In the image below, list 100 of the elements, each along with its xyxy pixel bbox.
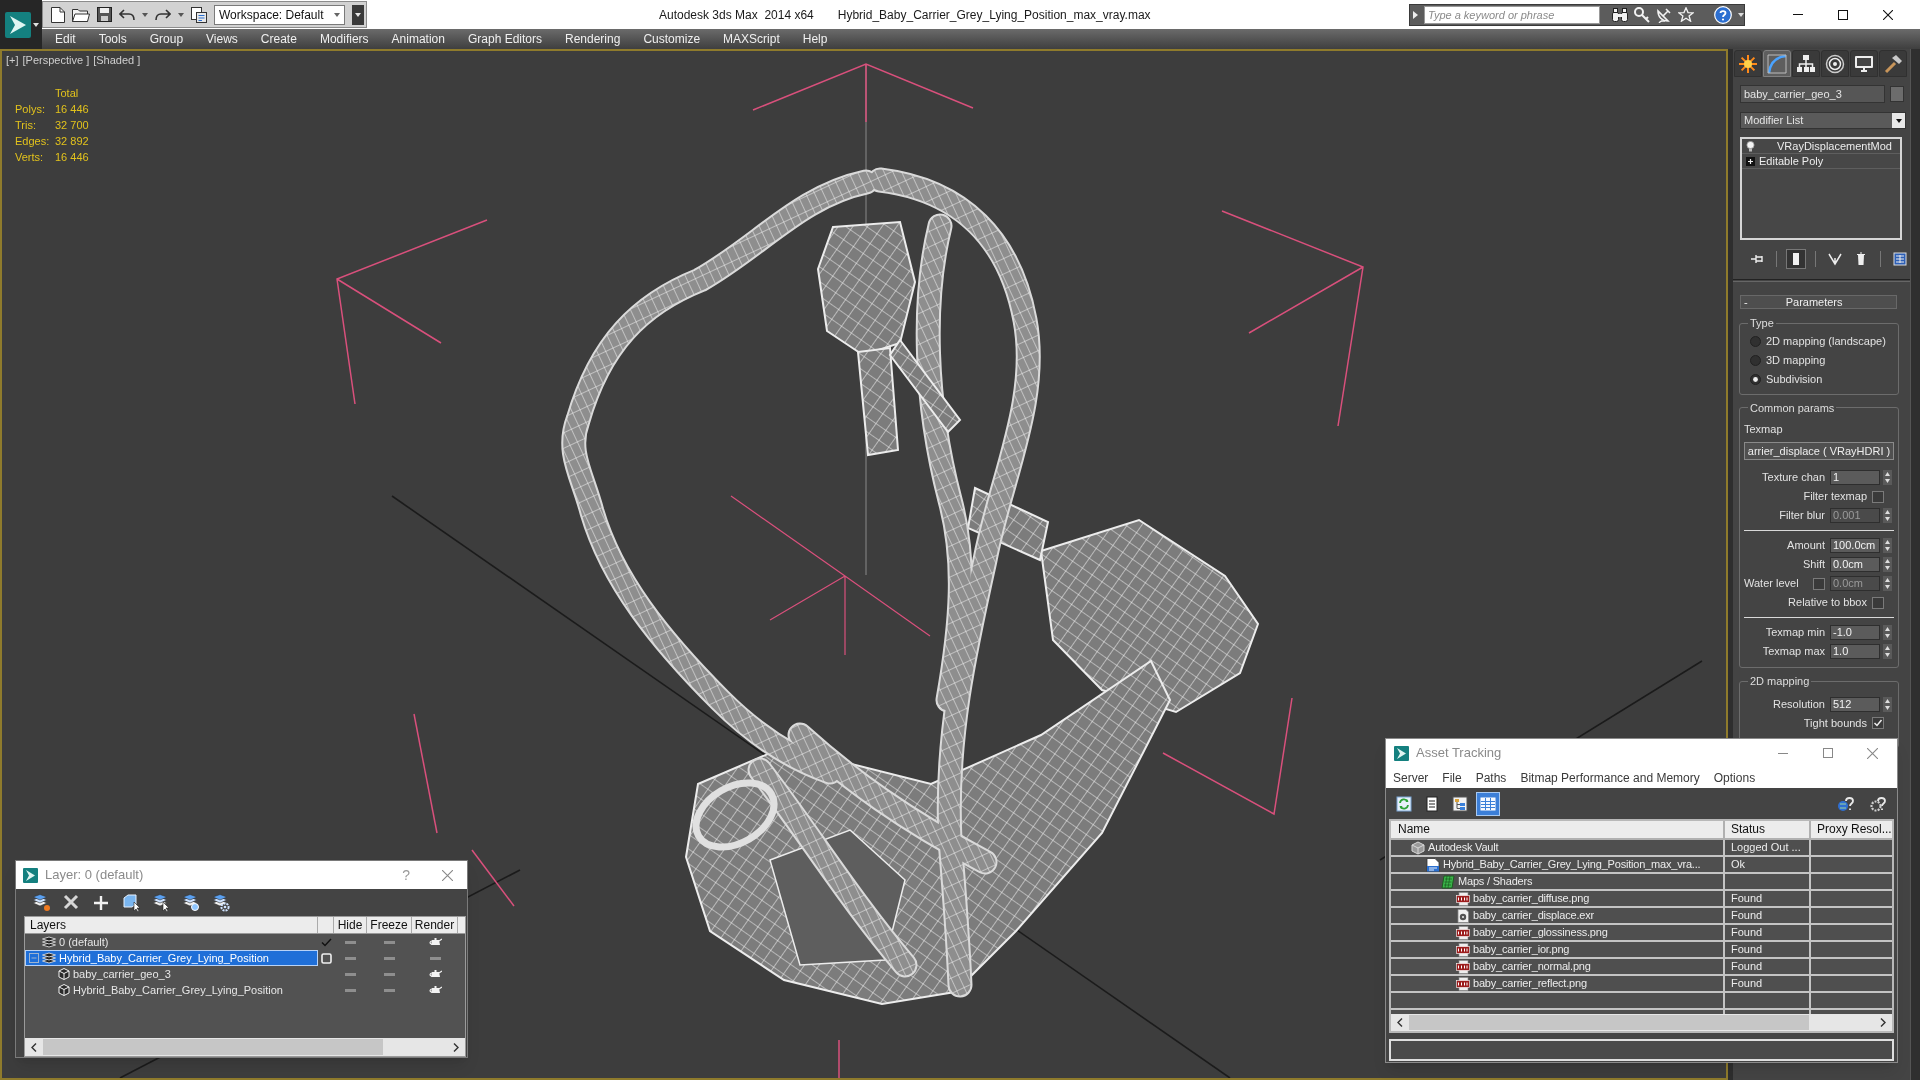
spinner-arrows-icon[interactable] xyxy=(1883,470,1892,485)
spinner-arrows-icon[interactable] xyxy=(1883,696,1892,712)
cube-cursor-icon[interactable] xyxy=(121,893,141,912)
spinner-arrows-icon[interactable] xyxy=(1883,508,1892,523)
modifier-stack-item[interactable]: VRayDisplacementMod xyxy=(1742,139,1900,154)
spinner-field[interactable]: -1.0 xyxy=(1830,625,1880,640)
menu-item[interactable]: Options xyxy=(1713,768,1756,787)
binoculars-icon[interactable] xyxy=(1612,7,1628,22)
menu-item[interactable]: Help xyxy=(802,29,828,49)
checkbox-option[interactable]: Tight bounds xyxy=(1744,713,1894,733)
minimize-icon[interactable] xyxy=(1792,14,1803,15)
scroll-left-icon[interactable] xyxy=(31,1042,37,1052)
spinner-arrows-icon[interactable] xyxy=(1883,538,1892,553)
layers-new-icon[interactable] xyxy=(31,893,51,912)
layers-highlight-icon[interactable] xyxy=(181,893,201,912)
menu-item[interactable]: Create xyxy=(260,29,297,49)
spinner-arrows-icon[interactable] xyxy=(1883,557,1892,572)
lightbulb-icon[interactable] xyxy=(1746,140,1755,152)
close-icon[interactable] xyxy=(1882,9,1893,20)
checkbox-option[interactable]: Relative to bbox xyxy=(1744,593,1894,612)
checkbox-icon[interactable] xyxy=(1872,490,1884,503)
checkbox-icon[interactable] xyxy=(1872,596,1884,609)
object-name-field[interactable]: baby_carrier_geo_3 xyxy=(1740,85,1885,103)
caret-icon[interactable] xyxy=(1895,118,1902,123)
menu-item[interactable]: Tools xyxy=(98,29,127,49)
modifier-stack-item[interactable]: Editable Poly xyxy=(1742,154,1900,169)
help-icon[interactable] xyxy=(1714,5,1732,24)
key-icon[interactable] xyxy=(1634,6,1650,23)
plus-icon[interactable] xyxy=(91,893,111,912)
workspace-dropdown[interactable]: Workspace: Default xyxy=(214,4,345,25)
new-file-icon[interactable] xyxy=(51,6,65,23)
spinner-field[interactable]: 512 xyxy=(1830,696,1880,712)
menu-item[interactable]: Paths xyxy=(1475,768,1507,787)
spinner-arrows-icon[interactable] xyxy=(1883,625,1892,640)
radio-option[interactable]: Subdivision xyxy=(1744,369,1894,389)
wireframe-model-drawing[interactable] xyxy=(561,167,1364,1005)
viewport-label[interactable]: [Perspective ] xyxy=(22,52,90,69)
delete-x-icon[interactable] xyxy=(61,893,81,912)
layer-item[interactable]: Hybrid_Baby_Carrier_Grey_Lying_Position xyxy=(25,950,318,966)
layer-item[interactable]: Hybrid_Baby_Carrier_Grey_Lying_Position xyxy=(25,982,318,998)
checkbox-icon[interactable] xyxy=(1872,717,1884,729)
layers-cursor-icon[interactable] xyxy=(151,893,171,912)
menu-item[interactable]: Graph Editors xyxy=(467,29,542,49)
scrollbar-thumb[interactable] xyxy=(43,1039,383,1055)
panel-scrollbar[interactable] xyxy=(1910,49,1920,1080)
menu-item[interactable]: Group xyxy=(149,29,184,49)
menu-item[interactable]: MAXScript xyxy=(723,29,780,49)
caret-icon[interactable] xyxy=(33,22,39,27)
menu-item[interactable]: Server xyxy=(1393,768,1429,787)
satellite-dish-icon[interactable] xyxy=(1656,6,1672,23)
spinner-field[interactable]: 1 xyxy=(1830,470,1880,485)
horizontal-scrollbar[interactable] xyxy=(1391,1014,1892,1031)
color-swatch-icon[interactable] xyxy=(1890,86,1904,102)
spinner-field[interactable]: 0.0cm xyxy=(1830,557,1880,572)
dropdown-button[interactable] xyxy=(352,4,364,25)
rollout-collapse-button[interactable]: - xyxy=(1741,296,1751,308)
scroll-right-icon[interactable] xyxy=(453,1042,459,1052)
menu-item[interactable]: Rendering xyxy=(565,29,621,49)
help-gear-icon[interactable] xyxy=(1869,794,1887,813)
horizontal-scrollbar[interactable] xyxy=(25,1038,465,1056)
spinner-field[interactable]: 1.0 xyxy=(1830,644,1880,659)
radio-icon[interactable] xyxy=(1750,354,1761,366)
undo-arrow-icon[interactable] xyxy=(119,8,135,21)
layer-item[interactable]: 0 (default) xyxy=(25,934,318,950)
project-folder-icon[interactable] xyxy=(191,6,207,23)
viewport-label[interactable]: [+] xyxy=(6,52,19,69)
layer-item[interactable]: baby_carrier_geo_3 xyxy=(25,966,318,982)
spinner-arrows-icon[interactable] xyxy=(1883,644,1892,659)
spinner-arrows-icon[interactable] xyxy=(1883,576,1892,591)
redo-arrow-icon[interactable] xyxy=(155,8,171,21)
open-folder-icon[interactable] xyxy=(72,7,90,22)
radio-icon[interactable] xyxy=(1750,373,1761,385)
app-menu-button[interactable] xyxy=(0,0,42,49)
texmap-button[interactable]: arrier_displace ( VRayHDRI ) xyxy=(1744,442,1894,460)
layers-gear-icon[interactable] xyxy=(211,893,231,912)
scroll-left-icon[interactable] xyxy=(1397,1018,1403,1027)
menu-item[interactable]: Animation xyxy=(391,29,445,49)
menu-item[interactable]: Modifiers xyxy=(319,29,369,49)
checkbox-option[interactable]: Filter texmap xyxy=(1744,487,1894,506)
teapot-icon[interactable] xyxy=(428,937,442,947)
scrollbar-thumb[interactable] xyxy=(1409,1015,1809,1030)
teapot-icon[interactable] xyxy=(428,985,442,995)
modifier-list-dropdown[interactable]: Modifier List xyxy=(1740,112,1906,129)
menu-item[interactable]: Edit xyxy=(55,29,76,49)
checkmark-icon[interactable] xyxy=(320,937,332,947)
radio-option[interactable]: 3D mapping xyxy=(1744,350,1894,370)
radio-icon[interactable] xyxy=(1750,335,1761,347)
menu-item[interactable]: Customize xyxy=(643,29,701,49)
star-icon[interactable] xyxy=(1678,7,1694,22)
caret-icon[interactable] xyxy=(355,12,361,17)
help-globe-icon[interactable] xyxy=(1837,794,1855,813)
menu-item[interactable]: Bitmap Performance and Memory xyxy=(1520,768,1700,787)
menu-item[interactable]: Views xyxy=(206,29,238,49)
teapot-icon[interactable] xyxy=(428,969,442,979)
menu-item[interactable]: File xyxy=(1442,768,1462,787)
maximize-icon[interactable] xyxy=(1837,9,1848,20)
spinner-field[interactable]: 100.0cm xyxy=(1830,538,1880,553)
app-logo-icon[interactable] xyxy=(5,11,31,38)
viewport-label[interactable]: [Shaded ] xyxy=(93,52,141,69)
search-field[interactable]: Type a keyword or phrase xyxy=(1424,5,1600,24)
